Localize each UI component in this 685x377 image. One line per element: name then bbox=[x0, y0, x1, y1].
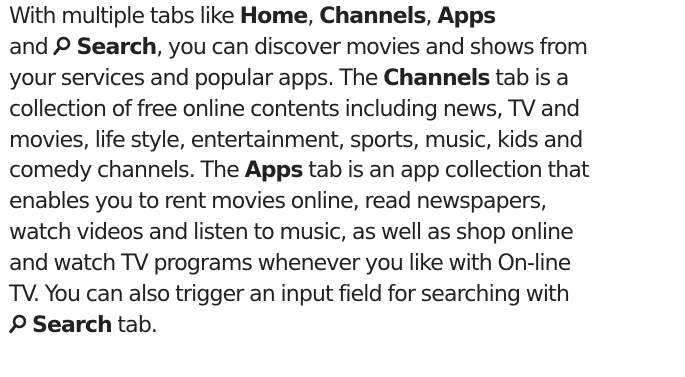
text: and bbox=[9, 34, 54, 60]
text: tab is a bbox=[489, 65, 569, 91]
tab-name-channels: Channels bbox=[383, 65, 490, 91]
text-line-10: TV. You can also trigger an input field … bbox=[9, 282, 570, 308]
tab-name-home: Home bbox=[239, 4, 309, 29]
tab-name-apps: Apps bbox=[244, 158, 304, 184]
text: your services and popular apps. The bbox=[9, 65, 384, 91]
text-line-2: and Search, you can discover movies and … bbox=[9, 33, 681, 64]
tab-name-search-label: Search bbox=[32, 312, 113, 338]
text-line-7: enables you to rent movies online, read … bbox=[9, 189, 547, 215]
text-line-3: your services and popular apps. The Chan… bbox=[9, 64, 681, 95]
text-line-4: collection of free online contents inclu… bbox=[9, 96, 580, 122]
search-icon bbox=[53, 36, 71, 55]
text: , bbox=[307, 4, 320, 29]
text: , you can discover movies and shows from bbox=[156, 34, 588, 60]
tab-name-apps: Apps bbox=[437, 4, 496, 29]
tab-name-search: Search bbox=[9, 312, 113, 338]
tab-name-search: Search bbox=[53, 34, 157, 60]
text: tab is an app collection that bbox=[302, 158, 589, 184]
search-icon bbox=[9, 314, 27, 334]
text: With multiple tabs like bbox=[9, 4, 240, 29]
text: , bbox=[425, 4, 438, 29]
text-line-9: and watch TV programs whenever you like … bbox=[9, 251, 571, 277]
tab-name-channels: Channels bbox=[319, 4, 426, 29]
text-line-8: watch videos and listen to music, as wel… bbox=[9, 220, 574, 246]
text: tab. bbox=[111, 312, 158, 338]
text: comedy channels. The bbox=[9, 158, 245, 184]
text-line-5: movies, life style, entertainment, sport… bbox=[9, 127, 583, 153]
text-line-1: With multiple tabs like Home, Channels, … bbox=[9, 2, 681, 33]
text-line-6: comedy channels. The Apps tab is an app … bbox=[9, 156, 681, 187]
tab-name-search-label: Search bbox=[76, 34, 157, 60]
help-paragraph: With multiple tabs like Home, Channels , … bbox=[0, 0, 685, 377]
text-line-11: Search tab. bbox=[9, 311, 681, 342]
